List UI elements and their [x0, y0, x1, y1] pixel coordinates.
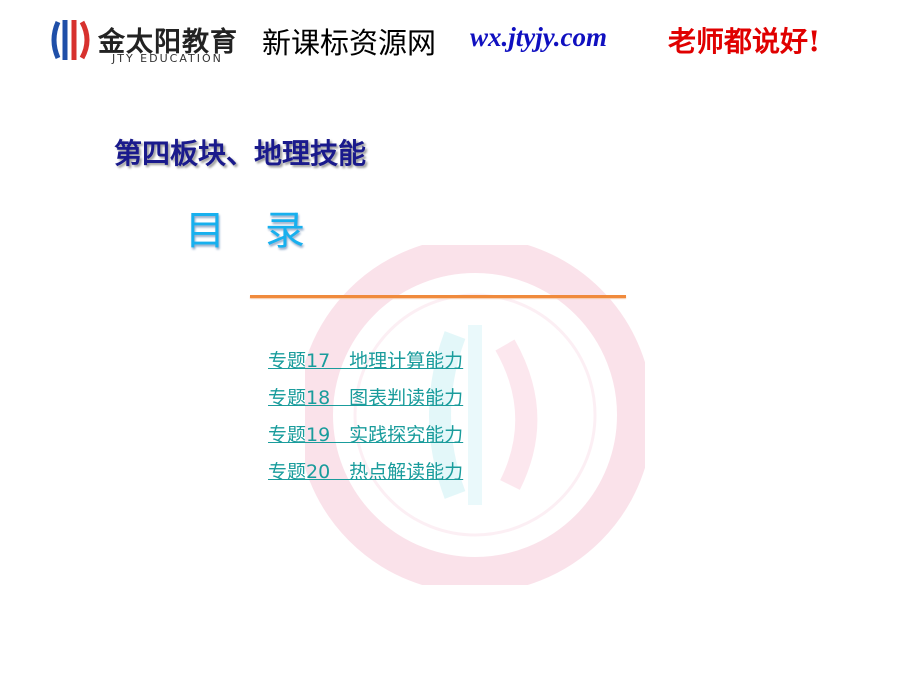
logo-subtitle: JTY EDUCATION — [112, 52, 223, 65]
toc-link-19[interactable]: 专题19 实践探究能力 — [268, 420, 463, 447]
toc-title: 目录 — [185, 198, 305, 256]
toc-title-char: 目 — [185, 208, 225, 254]
section-title: 第四板块、地理技能 — [114, 137, 367, 170]
site-url[interactable]: wx.jtyjy.com — [470, 22, 607, 53]
toc-link-17[interactable]: 专题17 地理计算能力 — [268, 346, 463, 373]
toc-link-18[interactable]: 专题18 图表判读能力 — [268, 383, 463, 410]
divider — [250, 295, 626, 298]
toc-link-20[interactable]: 专题20 热点解读能力 — [268, 457, 463, 484]
site-name: 新课标资源网 — [262, 26, 437, 60]
logo-icon — [51, 20, 90, 60]
slogan: 老师都说好! — [668, 25, 821, 58]
toc-title-char: 录 — [265, 208, 305, 254]
